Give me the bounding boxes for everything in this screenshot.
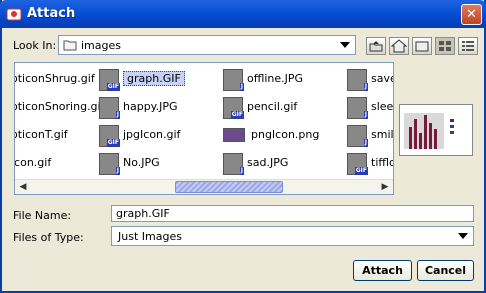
list-item[interactable]: sad.JPG [247, 151, 288, 175]
chevron-down-icon [458, 233, 468, 239]
dialog-title: Attach [27, 6, 76, 21]
list-item[interactable]: save [371, 67, 393, 91]
png-thumbnail-icon [223, 128, 245, 142]
file-list[interactable]: oticonShrug.gif oticonSnoring.gif oticon… [14, 62, 394, 195]
scroll-right-icon[interactable]: ▶ [378, 181, 392, 193]
cancel-button[interactable]: Cancel [417, 260, 474, 281]
jpg-thumbnail-icon: J [347, 125, 368, 147]
gif-thumbnail-icon: GIF [223, 97, 244, 119]
list-item[interactable]: offline.JPG [247, 67, 303, 91]
list-item[interactable]: icon.gif [15, 151, 51, 175]
look-in-value: images [81, 39, 121, 52]
file-name-input[interactable] [111, 205, 474, 222]
gif-thumbnail-icon: GIF [99, 69, 120, 91]
gif-thumbnail-icon: GIF [99, 125, 120, 147]
image-preview [399, 104, 473, 156]
scrollbar-thumb[interactable] [175, 181, 283, 193]
look-in-label: Look In: [13, 39, 57, 52]
up-folder-icon [369, 41, 383, 52]
file-name-label: File Name: [13, 209, 72, 222]
title-bar: Attach ✕ [0, 0, 486, 28]
jpg-thumbnail-icon: J [99, 97, 120, 119]
jpg-thumbnail-icon: J [347, 69, 368, 91]
list-item[interactable]: tifflo [371, 151, 393, 175]
horizontal-scrollbar[interactable]: ◀ ▶ [15, 179, 393, 194]
list-item[interactable]: No.JPG [123, 151, 160, 175]
attach-button[interactable]: Attach [353, 260, 412, 281]
list-item[interactable]: pencil.gif [247, 95, 297, 119]
attach-dialog: Attach ✕ Look In: images oticonShrug.gif… [0, 0, 486, 293]
list-item[interactable]: smile [371, 123, 393, 147]
chevron-down-icon [340, 42, 350, 48]
up-folder-button[interactable] [366, 37, 386, 55]
app-icon [6, 8, 22, 21]
gif-thumbnail-icon: GIF [347, 153, 368, 175]
list-item[interactable]: happy.JPG [123, 95, 178, 119]
jpg-thumbnail-icon: J [223, 69, 244, 91]
jpg-thumbnail-icon: J [223, 153, 244, 175]
jpg-thumbnail-icon: J [347, 97, 368, 119]
list-item[interactable]: oticonShrug.gif [15, 67, 95, 91]
list-item[interactable]: sleep [371, 95, 393, 119]
file-type-label: Files of Type: [13, 231, 84, 244]
list-item[interactable]: oticonSnoring.gif [15, 95, 104, 119]
list-item-selected[interactable]: graph.GIF [123, 67, 185, 91]
list-view-button[interactable] [435, 37, 455, 55]
jpg-thumbnail-icon: J [99, 153, 120, 175]
new-folder-button[interactable] [412, 37, 432, 55]
home-icon [390, 39, 408, 53]
list-view-icon [439, 41, 451, 51]
home-button[interactable] [389, 37, 409, 55]
look-in-combo[interactable]: images [58, 35, 356, 55]
close-icon: ✕ [466, 7, 477, 22]
file-type-combo[interactable]: Just Images [111, 226, 474, 246]
scroll-left-icon[interactable]: ◀ [16, 181, 30, 193]
list-item[interactable]: jpgIcon.gif [123, 123, 180, 147]
graph-preview-icon [404, 113, 454, 149]
new-folder-icon [415, 41, 429, 52]
list-item[interactable]: pngIcon.png [251, 123, 319, 147]
list-item[interactable]: oticonT.gif [15, 123, 68, 147]
file-type-value: Just Images [118, 230, 182, 243]
details-view-icon [462, 41, 474, 51]
folder-icon [63, 40, 77, 51]
close-button[interactable]: ✕ [461, 4, 482, 25]
details-view-button[interactable] [458, 37, 478, 55]
